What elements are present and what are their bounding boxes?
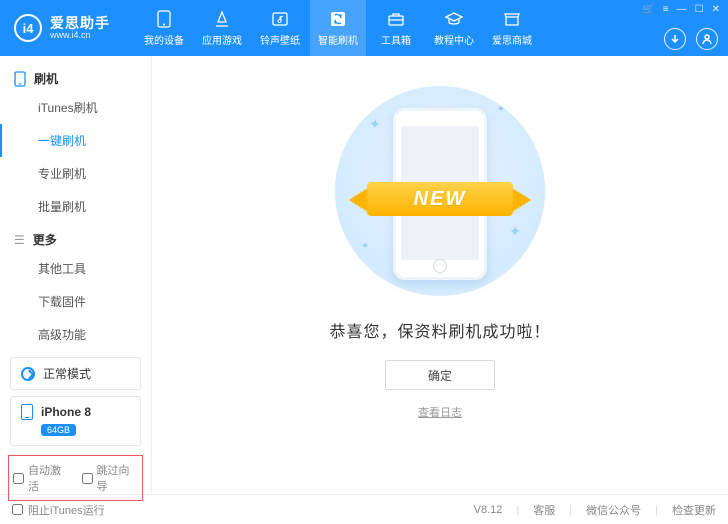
nav-ringtones[interactable]: 铃声壁纸 — [252, 0, 308, 56]
checkbox-label: 跳过向导 — [97, 462, 139, 494]
success-message: 恭喜您，保资料刷机成功啦！ — [152, 318, 728, 342]
mode-box[interactable]: 正常模式 — [10, 357, 141, 390]
sidebar-item-oneclick-flash[interactable]: 一键刷机 — [0, 124, 151, 157]
sidebar-item-advanced[interactable]: 高级功能 — [0, 318, 151, 351]
brand: i4 爱思助手 www.i4.cn — [14, 14, 110, 42]
apps-icon — [212, 10, 232, 28]
brand-url: www.i4.cn — [50, 30, 110, 41]
sidebar-item-batch-flash[interactable]: 批量刷机 — [0, 190, 151, 223]
tutorial-icon — [444, 10, 464, 28]
brand-mark: i4 — [14, 14, 42, 42]
nav-label: 智能刷机 — [318, 32, 358, 47]
sidebar-item-download-firmware[interactable]: 下载固件 — [0, 285, 151, 318]
ribbon-text: NEW — [367, 182, 513, 216]
sidebar-group-flash[interactable]: 刷机 — [0, 62, 151, 91]
nav-toolbox[interactable]: 工具箱 — [368, 0, 424, 56]
brand-name: 爱思助手 — [50, 16, 110, 30]
sidebar-group-more[interactable]: ☰ 更多 — [0, 223, 151, 252]
mode-icon — [21, 367, 35, 381]
window-controls: 🛒 ≡ — ☐ ✕ — [642, 4, 720, 15]
cart-icon[interactable]: 🛒 — [642, 4, 654, 15]
phone-icon — [14, 71, 26, 87]
maximize-icon[interactable]: ☐ — [695, 4, 704, 15]
sidebar-item-itunes-flash[interactable]: iTunes刷机 — [0, 91, 151, 124]
app-header: i4 爱思助手 www.i4.cn 我的设备 应用游戏 铃声壁纸 智能刷机 工具… — [0, 0, 728, 56]
sparkle-icon: ✦ — [509, 223, 521, 240]
sidebar-item-other-tools[interactable]: 其他工具 — [0, 252, 151, 285]
nav-label: 工具箱 — [381, 32, 411, 47]
new-ribbon: NEW — [349, 176, 531, 224]
top-nav: 我的设备 应用游戏 铃声壁纸 智能刷机 工具箱 教程中心 爱思商城 — [136, 0, 540, 56]
flash-icon — [328, 10, 348, 28]
sidebar-item-pro-flash[interactable]: 专业刷机 — [0, 157, 151, 190]
block-itunes-checkbox[interactable]: 阻止iTunes运行 — [12, 502, 105, 518]
nav-tutorials[interactable]: 教程中心 — [426, 0, 482, 56]
view-log-link[interactable]: 查看日志 — [418, 404, 462, 420]
sparkle-icon: ✦ — [361, 241, 369, 252]
device-name: iPhone 8 — [41, 405, 91, 419]
nav-store[interactable]: 爱思商城 — [484, 0, 540, 56]
sidebar: 刷机 iTunes刷机 一键刷机 专业刷机 批量刷机 ☰ 更多 其他工具 下载固… — [0, 56, 152, 494]
nav-apps[interactable]: 应用游戏 — [194, 0, 250, 56]
storage-badge: 64GB — [41, 424, 76, 436]
user-button[interactable] — [696, 28, 718, 50]
device-box[interactable]: iPhone 8 64GB — [10, 396, 141, 446]
skip-wizard-checkbox[interactable]: 跳过向导 — [82, 462, 139, 494]
device-icon — [154, 10, 174, 28]
nav-label: 铃声壁纸 — [260, 32, 300, 47]
brand-text: 爱思助手 www.i4.cn — [50, 16, 110, 41]
store-icon — [502, 10, 522, 28]
download-button[interactable] — [664, 28, 686, 50]
nav-label: 爱思商城 — [492, 32, 532, 47]
minimize-icon[interactable]: — — [677, 4, 687, 15]
version-label: V8.12 — [474, 504, 503, 516]
nav-label: 教程中心 — [434, 32, 474, 47]
sparkle-icon: ✦ — [497, 104, 505, 115]
group-title: 更多 — [33, 231, 57, 248]
ringtone-icon — [270, 10, 290, 28]
nav-label: 应用游戏 — [202, 32, 242, 47]
sparkle-icon: ✦ — [368, 115, 383, 134]
header-right — [664, 28, 718, 50]
list-icon: ☰ — [14, 233, 25, 247]
close-icon[interactable]: ✕ — [712, 4, 720, 15]
menu-icon[interactable]: ≡ — [663, 4, 669, 15]
main-content: ✦ ✦ ✦ ✦ NEW 恭喜您，保资料刷机成功啦！ 确定 查看日志 — [152, 56, 728, 494]
support-link[interactable]: 客服 — [533, 502, 555, 518]
auto-activate-checkbox[interactable]: 自动激活 — [13, 462, 70, 494]
checkbox-label: 自动激活 — [28, 462, 70, 494]
nav-flash[interactable]: 智能刷机 — [310, 0, 366, 56]
success-illustration: ✦ ✦ ✦ ✦ NEW — [335, 86, 545, 296]
nav-label: 我的设备 — [144, 32, 184, 47]
phone-icon — [21, 404, 33, 420]
body: 刷机 iTunes刷机 一键刷机 专业刷机 批量刷机 ☰ 更多 其他工具 下载固… — [0, 56, 728, 494]
toolbox-icon — [386, 10, 406, 28]
check-update-link[interactable]: 检查更新 — [672, 502, 716, 518]
checkbox-label: 阻止iTunes运行 — [28, 502, 105, 518]
wechat-link[interactable]: 微信公众号 — [586, 502, 641, 518]
group-title: 刷机 — [34, 70, 58, 87]
confirm-button[interactable]: 确定 — [385, 360, 495, 390]
options-row: 自动激活 跳过向导 — [8, 455, 143, 501]
nav-my-device[interactable]: 我的设备 — [136, 0, 192, 56]
mode-label: 正常模式 — [43, 365, 91, 382]
